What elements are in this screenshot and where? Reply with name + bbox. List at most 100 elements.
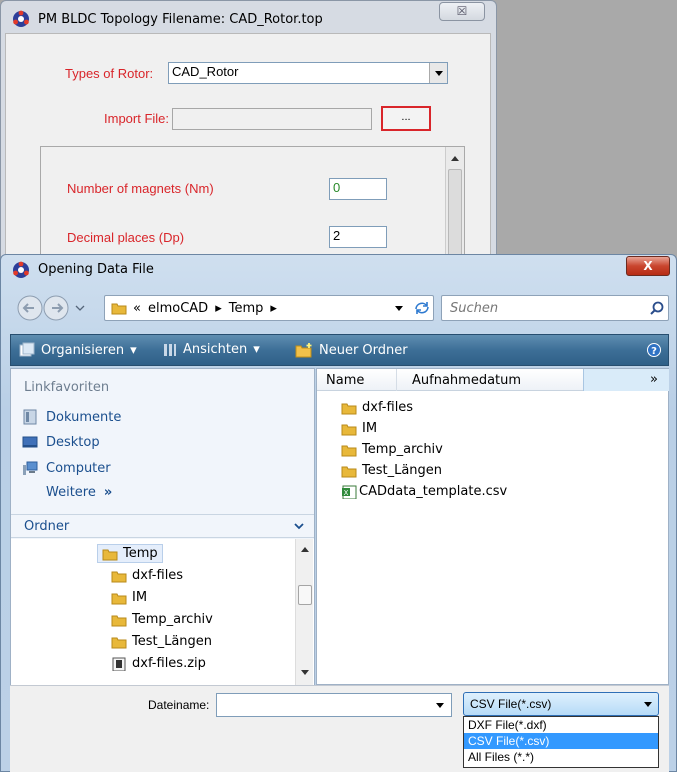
folder-tree-scrollbar[interactable]	[295, 539, 313, 685]
filetype-option[interactable]: All Files (*.*)	[464, 749, 658, 765]
file-row[interactable]: Test_Längen	[341, 463, 442, 478]
help-icon[interactable]: ?	[647, 343, 661, 357]
import-file-input[interactable]	[172, 108, 372, 130]
breadcrumb: « elmoCAD ▸ Temp ▸	[133, 301, 277, 316]
tree-item-label: Temp	[123, 546, 158, 561]
favorite-computer[interactable]: Computer	[22, 460, 111, 476]
close-button[interactable]: ☒	[439, 2, 485, 21]
chevron-down-icon[interactable]	[429, 63, 447, 83]
tree-item-label: Temp_archiv	[132, 612, 213, 627]
chevron-down-icon[interactable]	[436, 703, 444, 708]
import-file-label: Import File:	[104, 111, 170, 126]
double-chevron-icon: »	[103, 485, 113, 500]
tree-item-temp[interactable]: Temp	[97, 544, 163, 563]
types-of-rotor-label: Types of Rotor:	[65, 66, 154, 81]
excel-file-icon: X	[342, 485, 357, 499]
double-chevron-icon: »	[650, 372, 658, 387]
tree-item[interactable]: IM	[111, 590, 147, 605]
scroll-down-icon[interactable]	[301, 670, 309, 675]
recent-pages-icon[interactable]	[75, 305, 85, 311]
folder-tree: Temp dxf-files IM Temp_archiv Test_Länge…	[11, 539, 314, 685]
folders-header[interactable]: Ordner	[11, 514, 314, 538]
decimal-places-input[interactable]: 2	[329, 226, 387, 248]
address-bar[interactable]: « elmoCAD ▸ Temp ▸	[104, 295, 434, 321]
new-folder-button[interactable]: Neuer Ordner	[295, 342, 408, 358]
browse-button[interactable]: ...	[381, 106, 431, 131]
column-headers: Name Aufnahmedatum »	[317, 369, 669, 391]
tree-item-label: IM	[132, 590, 148, 605]
command-toolbar: Organisieren ▾ Ansichten ▾ Neuer Ordner ?	[10, 334, 669, 366]
column-header-date[interactable]: Aufnahmedatum	[412, 373, 521, 388]
breadcrumb-item[interactable]: elmoCAD	[148, 301, 208, 316]
folder-icon	[111, 637, 127, 648]
filetype-option-selected[interactable]: CSV File(*.csv)	[464, 733, 658, 749]
chevron-right-icon[interactable]: ▸	[270, 301, 277, 316]
filetype-select[interactable]: CSV File(*.csv)	[463, 692, 659, 716]
file-row[interactable]: X CADdata_template.csv	[341, 484, 507, 499]
tree-item-label: dxf-files	[132, 568, 184, 583]
folder-icon	[111, 571, 127, 582]
scroll-thumb[interactable]	[448, 169, 462, 261]
number-of-magnets-input[interactable]: 0	[329, 178, 387, 200]
chevron-down-icon	[644, 702, 652, 707]
column-header-name[interactable]: Name	[326, 373, 364, 388]
file-row[interactable]: IM	[341, 421, 377, 436]
search-icon[interactable]	[650, 301, 664, 315]
filename-label: Dateiname:	[148, 698, 210, 712]
views-label: Ansichten	[183, 342, 248, 357]
chevron-down-icon[interactable]	[395, 306, 403, 311]
number-of-magnets-label: Number of magnets (Nm)	[67, 181, 214, 196]
favorite-documents[interactable]: Dokumente	[22, 409, 121, 425]
breadcrumb-item[interactable]: Temp	[229, 301, 264, 316]
new-folder-label: Neuer Ordner	[319, 342, 408, 358]
organize-button[interactable]: Organisieren ▾	[19, 342, 137, 358]
chevron-down-icon: ▾	[253, 342, 260, 357]
tree-item[interactable]: Test_Längen	[111, 634, 212, 649]
desktop-icon	[22, 436, 38, 448]
favorite-desktop[interactable]: Desktop	[22, 434, 100, 450]
scroll-up-icon[interactable]	[451, 156, 459, 161]
search-box[interactable]: Suchen	[441, 295, 669, 321]
breadcrumb-prefix[interactable]: «	[133, 301, 141, 316]
favorite-label: Dokumente	[46, 409, 122, 425]
types-of-rotor-value: CAD_Rotor	[172, 64, 239, 79]
scroll-up-icon[interactable]	[301, 547, 309, 552]
filename-input[interactable]	[216, 693, 452, 717]
more-columns-button[interactable]: »	[583, 369, 669, 391]
file-name: Test_Längen	[362, 463, 443, 478]
more-label: Weitere	[46, 485, 96, 500]
dialog-close-button[interactable]: X	[626, 256, 670, 276]
window-title: PM BLDC Topology Filename: CAD_Rotor.top	[38, 12, 323, 27]
nav-buttons	[16, 293, 96, 323]
file-list: Name Aufnahmedatum » dxf-files IM Temp_a…	[316, 368, 669, 685]
tree-item[interactable]: dxf-files	[111, 568, 183, 583]
search-input[interactable]: Suchen	[450, 301, 498, 316]
favorite-label: Desktop	[46, 434, 100, 450]
file-row[interactable]: Temp_archiv	[341, 442, 443, 457]
tree-item-label: dxf-files.zip	[132, 656, 206, 671]
folder-icon	[341, 445, 357, 456]
scroll-thumb[interactable]	[298, 585, 312, 605]
navigation-pane: Linkfavoriten Dokumente Desktop Computer…	[10, 368, 315, 685]
chevron-right-icon[interactable]: ▸	[215, 301, 222, 316]
folder-icon	[102, 549, 118, 560]
favorites-more-link[interactable]: Weitere »	[46, 485, 112, 500]
dialog-title: Opening Data File	[38, 262, 154, 277]
file-name: CADdata_template.csv	[359, 484, 508, 499]
tree-item-label: Test_Längen	[132, 634, 213, 649]
filetype-option[interactable]: DXF File(*.dxf)	[464, 717, 658, 733]
views-button[interactable]: Ansichten ▾	[163, 342, 260, 357]
folder-icon	[341, 466, 357, 477]
tree-item[interactable]: Temp_archiv	[111, 612, 213, 627]
parameters-scrollbar[interactable]	[445, 147, 464, 261]
folders-header-label: Ordner	[24, 519, 70, 534]
file-name: IM	[362, 421, 378, 436]
favorite-label: Computer	[46, 460, 111, 476]
types-of-rotor-select[interactable]: CAD_Rotor	[168, 62, 448, 84]
svg-text:?: ?	[651, 346, 657, 357]
refresh-icon[interactable]	[413, 300, 431, 316]
folder-icon	[341, 403, 357, 414]
tree-item[interactable]: dxf-files.zip	[111, 656, 206, 671]
file-row[interactable]: dxf-files	[341, 400, 413, 415]
zip-file-icon	[112, 657, 126, 671]
